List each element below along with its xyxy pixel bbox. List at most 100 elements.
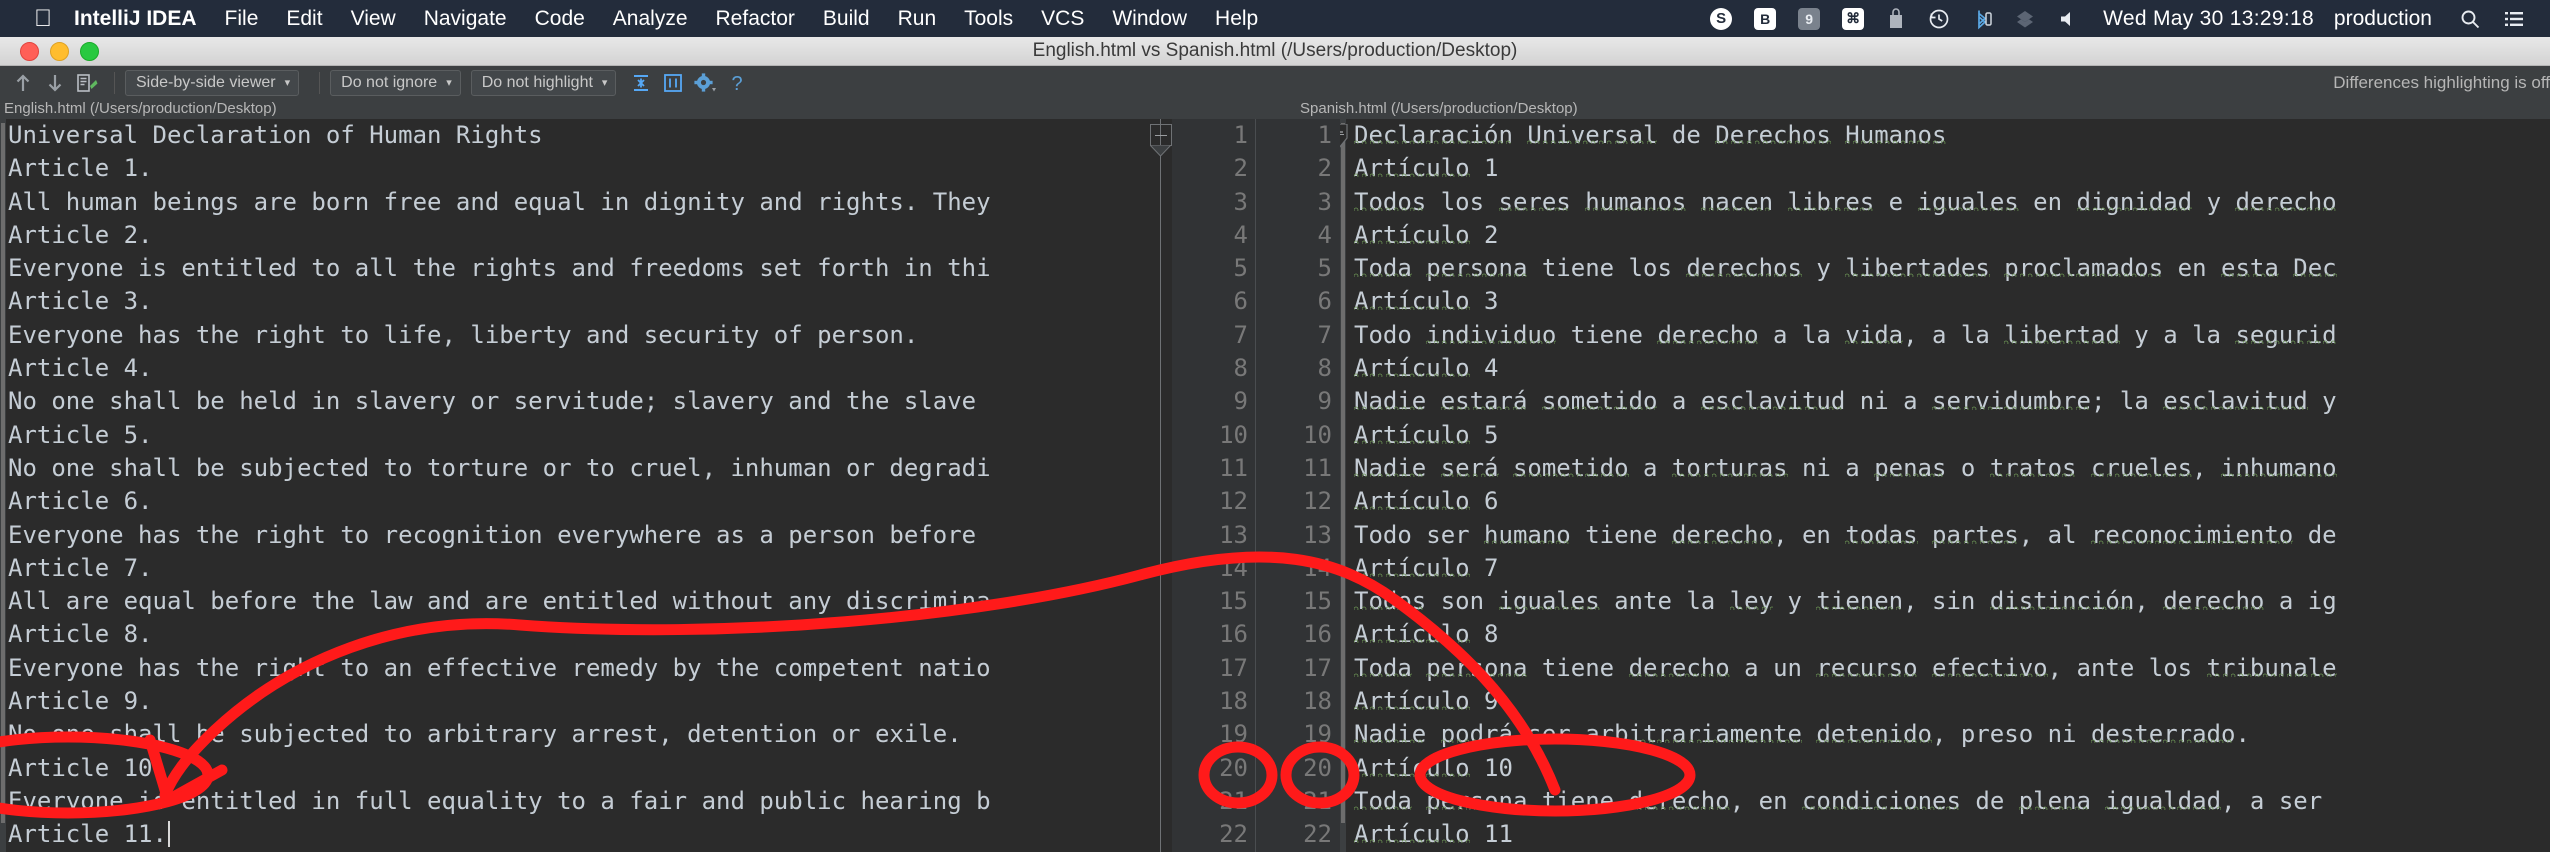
command-key-icon[interactable]: ⌘: [1842, 7, 1865, 30]
menu-item-analyze[interactable]: Analyze: [613, 7, 688, 31]
line-number-right[interactable]: 18: [1303, 685, 1332, 718]
code-line[interactable]: Artículo 3: [1340, 285, 2550, 318]
line-number-right[interactable]: 7: [1318, 319, 1332, 352]
line-number-right[interactable]: 6: [1318, 285, 1332, 318]
menu-bar-user[interactable]: production: [2334, 7, 2432, 31]
menu-item-vcs[interactable]: VCS: [1041, 7, 1084, 31]
code-line[interactable]: Article 7.: [0, 552, 1172, 585]
code-line[interactable]: Artículo 9: [1340, 685, 2550, 718]
code-line[interactable]: Toda persona tiene derecho, en condicion…: [1340, 785, 2550, 818]
code-line[interactable]: Article 9.: [0, 685, 1172, 718]
code-line[interactable]: Everyone is entitled to all the rights a…: [0, 252, 1172, 285]
synchronize-scroll-icon[interactable]: [658, 70, 688, 96]
code-line[interactable]: All are equal before the law and are ent…: [0, 585, 1172, 618]
line-number-left[interactable]: 8: [1234, 352, 1248, 385]
code-line[interactable]: Universal Declaration of Human Rights: [0, 119, 1172, 152]
code-line[interactable]: Todo ser humano tiene derecho, en todas …: [1340, 519, 2550, 552]
line-number-right[interactable]: 2: [1318, 152, 1332, 185]
code-line[interactable]: Article 10.: [0, 752, 1172, 785]
line-number-right[interactable]: 13: [1303, 519, 1332, 552]
bag-icon[interactable]: [1886, 7, 1906, 30]
line-number-right[interactable]: 17: [1303, 652, 1332, 685]
gear-icon[interactable]: [690, 70, 720, 96]
collapse-unchanged-icon[interactable]: [626, 70, 656, 96]
line-number-left[interactable]: 3: [1234, 186, 1248, 219]
code-line[interactable]: Artículo 6: [1340, 485, 2550, 518]
code-line[interactable]: Everyone is entitled in full equality to…: [0, 785, 1172, 818]
dropbox-icon[interactable]: [2014, 8, 2036, 30]
line-number-left[interactable]: 10: [1219, 419, 1248, 452]
code-line[interactable]: Artículo 7: [1340, 552, 2550, 585]
code-line[interactable]: Todos los seres humanos nacen libres e i…: [1340, 186, 2550, 219]
code-line[interactable]: No one shall be subjected to arbitrary a…: [0, 718, 1172, 751]
right-editor-pane[interactable]: Declaración Universal de Derechos Humano…: [1340, 119, 2550, 852]
code-line[interactable]: Article 1.: [0, 152, 1172, 185]
menu-item-tools[interactable]: Tools: [964, 7, 1013, 31]
line-number-left[interactable]: 14: [1219, 552, 1248, 585]
bartender-icon[interactable]: B: [1754, 7, 1777, 30]
time-machine-icon[interactable]: [1928, 8, 1950, 30]
code-line[interactable]: Nadie será sometido a torturas ni a pena…: [1340, 452, 2550, 485]
code-line[interactable]: Toda persona tiene los derechos y libert…: [1340, 252, 2550, 285]
menu-item-run[interactable]: Run: [898, 7, 937, 31]
line-number-left[interactable]: 12: [1219, 485, 1248, 518]
line-number-right[interactable]: 11: [1303, 452, 1332, 485]
left-editor-pane[interactable]: Universal Declaration of Human Rights Art…: [0, 119, 1172, 852]
line-number-left[interactable]: 18: [1219, 685, 1248, 718]
code-line[interactable]: Todos son iguales ante la ley y tienen, …: [1340, 585, 2550, 618]
code-line[interactable]: All human beings are born free and equal…: [0, 186, 1172, 219]
line-number-left[interactable]: 21: [1219, 785, 1248, 818]
line-number-left[interactable]: 9: [1234, 385, 1248, 418]
code-line[interactable]: Artículo 2: [1340, 219, 2550, 252]
code-line[interactable]: Artículo 8: [1340, 618, 2550, 651]
line-number-left[interactable]: 4: [1234, 219, 1248, 252]
line-number-right[interactable]: 20: [1303, 752, 1332, 785]
line-number-right[interactable]: 15: [1303, 585, 1332, 618]
bluetooth-icon[interactable]: [1972, 8, 1992, 30]
code-line[interactable]: Declaración Universal de Derechos Humano…: [1340, 119, 2550, 152]
code-line[interactable]: Artículo 11: [1340, 818, 2550, 851]
nine-badge-icon[interactable]: 9: [1798, 7, 1821, 30]
code-line[interactable]: Nadie podrá ser arbitrariamente detenido…: [1340, 718, 2550, 751]
line-number-left[interactable]: 11: [1219, 452, 1248, 485]
code-line[interactable]: Article 4.: [0, 352, 1172, 385]
line-number-left[interactable]: 15: [1219, 585, 1248, 618]
jump-to-source-icon[interactable]: [72, 70, 102, 96]
left-fold-collapse-icon[interactable]: [1150, 124, 1172, 157]
line-number-right[interactable]: 22: [1303, 818, 1332, 851]
line-number-right[interactable]: 16: [1303, 618, 1332, 651]
menu-item-build[interactable]: Build: [823, 7, 870, 31]
apple-icon[interactable]: : [34, 6, 52, 31]
code-line[interactable]: Everyone has the right to an effective r…: [0, 652, 1172, 685]
code-line[interactable]: Everyone has the right to recognition ev…: [0, 519, 1172, 552]
code-line[interactable]: No one shall be held in slavery or servi…: [0, 385, 1172, 418]
menu-app-name[interactable]: IntelliJ IDEA: [74, 7, 197, 31]
line-number-left[interactable]: 17: [1219, 652, 1248, 685]
code-line[interactable]: Article 11.: [0, 818, 1172, 851]
code-line[interactable]: Artículo 5: [1340, 419, 2550, 452]
arrow-down-icon[interactable]: [40, 70, 70, 96]
code-line[interactable]: Nadie estará sometido a esclavitud ni a …: [1340, 385, 2550, 418]
line-number-left[interactable]: 5: [1234, 252, 1248, 285]
menu-item-view[interactable]: View: [351, 7, 396, 31]
line-number-right[interactable]: 1: [1318, 119, 1332, 152]
code-line[interactable]: Everyone has the right to life, liberty …: [0, 319, 1172, 352]
menu-item-file[interactable]: File: [225, 7, 259, 31]
line-number-left[interactable]: 6: [1234, 285, 1248, 318]
line-number-left[interactable]: 2: [1234, 152, 1248, 185]
code-line[interactable]: Artículo 1: [1340, 152, 2550, 185]
highlight-policy-dropdown[interactable]: Do not highlight ▾: [470, 69, 617, 96]
line-number-right[interactable]: 4: [1318, 219, 1332, 252]
menu-item-edit[interactable]: Edit: [286, 7, 322, 31]
line-number-right[interactable]: 12: [1303, 485, 1332, 518]
skype-icon[interactable]: S: [1710, 7, 1733, 30]
menu-item-help[interactable]: Help: [1215, 7, 1258, 31]
menu-item-code[interactable]: Code: [535, 7, 585, 31]
volume-icon[interactable]: [2058, 9, 2080, 29]
line-number-right[interactable]: 5: [1318, 252, 1332, 285]
code-line[interactable]: Article 3.: [0, 285, 1172, 318]
viewer-mode-dropdown[interactable]: Side-by-side viewer ▾: [125, 69, 300, 96]
code-line[interactable]: Artículo 10: [1340, 752, 2550, 785]
line-number-left[interactable]: 7: [1234, 319, 1248, 352]
code-line[interactable]: No one shall be subjected to torture or …: [0, 452, 1172, 485]
